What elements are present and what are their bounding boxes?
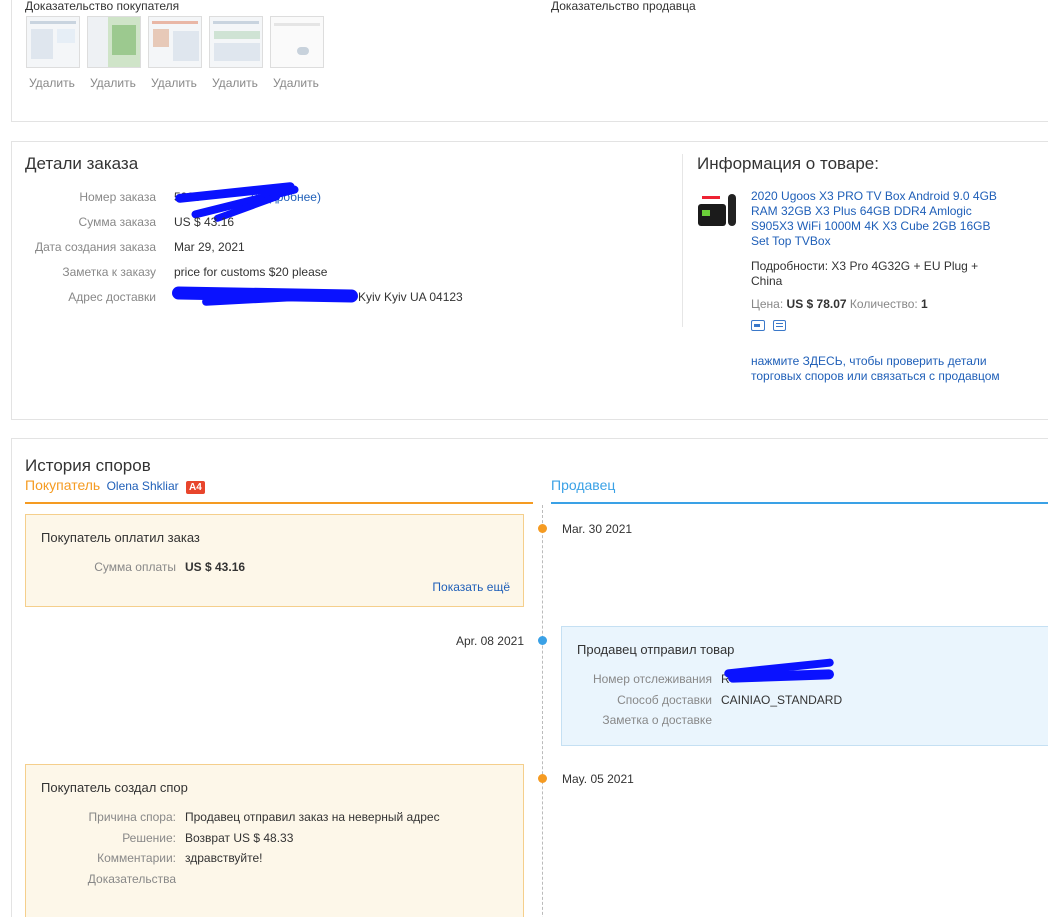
dispute-created-card: Покупатель создал спор Причина спора: Пр…: [25, 764, 524, 917]
delivery-icon[interactable]: [751, 320, 765, 331]
event-date: Mar. 30 2021: [562, 522, 633, 536]
buyer-tab-underline: [25, 502, 533, 504]
solution-value: Возврат US $ 48.33: [185, 831, 294, 845]
shipping-method-value: CAINIAO_STANDARD: [721, 693, 843, 707]
order-date-value: Mar 29, 2021: [174, 240, 245, 254]
price-quantity-row: Цена: US $ 78.07 Количество: 1: [751, 297, 928, 311]
evidence-thumbnail[interactable]: [270, 16, 324, 68]
vertical-divider: [682, 154, 683, 327]
address-value: Kyiv Kyiv UA 04123: [358, 290, 463, 304]
price-value: US $ 78.07: [786, 297, 847, 311]
comments-value: здравствуйте!: [185, 851, 263, 865]
quantity-label: Количество:: [849, 297, 918, 311]
seller-shipped-card: Продавец отправил товар Номер отслеживан…: [561, 626, 1048, 746]
order-details-panel: Детали заказа Номер заказа 5000 (Подробн…: [11, 141, 1048, 420]
seller-evidence-title: Доказательство продавца: [551, 0, 696, 13]
event-date: Apr. 08 2021: [455, 634, 524, 648]
product-image[interactable]: [698, 192, 740, 230]
buyer-paid-card: Покупатель оплатил заказ Сумма оплаты US…: [25, 514, 524, 607]
order-sum-label: Сумма заказа: [78, 215, 156, 229]
delete-evidence-link[interactable]: Удалить: [29, 76, 75, 90]
order-note-label: Заметка к заказу: [62, 265, 156, 279]
dispute-help-link[interactable]: нажмите ЗДЕСЬ, чтобы проверить детали то…: [751, 354, 1001, 384]
product-name-link[interactable]: 2020 Ugoos X3 PRO TV Box Android 9.0 4GB…: [751, 189, 999, 249]
buyer-level-badge: A4: [185, 481, 205, 494]
seller-tab-underline: [551, 502, 1048, 504]
payment-sum-label: Сумма оплаты: [94, 560, 176, 574]
event-title: Покупатель создал спор: [41, 780, 188, 795]
order-number-label: Номер заказа: [79, 190, 156, 204]
dispute-history-panel: История споров Покупатель Olena Shkliar …: [11, 438, 1048, 917]
evidence-thumbnail[interactable]: [148, 16, 202, 68]
buyer-tab-label: Покупатель: [25, 477, 101, 493]
buyer-evidence-title: Доказательство покупателя: [25, 0, 180, 13]
comments-label: Комментарии:: [97, 851, 176, 865]
payment-sum-value: US $ 43.16: [185, 560, 246, 574]
evidence-thumbnail[interactable]: [26, 16, 80, 68]
solution-label: Решение:: [122, 831, 176, 845]
timeline-dot-buyer: [538, 524, 547, 533]
dispute-reason-label: Причина спора:: [88, 810, 176, 824]
quantity-value: 1: [921, 297, 928, 311]
event-date: May. 05 2021: [562, 772, 634, 786]
evidence-thumbnail[interactable]: [87, 16, 141, 68]
order-note-value: price for customs $20 please: [174, 265, 328, 279]
delete-evidence-link[interactable]: Удалить: [273, 76, 319, 90]
evidence-panel: Доказательство покупателя Доказательство…: [11, 0, 1048, 122]
order-sum-value: US $ 43.16: [174, 215, 235, 229]
shipping-note-label: Заметка о доставке: [602, 713, 712, 727]
order-date-label: Дата создания заказа: [34, 240, 156, 254]
dispute-reason-value: Продавец отправил заказ на неверный адре…: [185, 810, 440, 824]
delete-evidence-link[interactable]: Удалить: [90, 76, 136, 90]
delete-evidence-link[interactable]: Удалить: [212, 76, 258, 90]
address-label: Адрес доставки: [68, 290, 156, 304]
seller-tab-label: Продавец: [551, 477, 616, 493]
event-title: Покупатель оплатил заказ: [41, 530, 200, 545]
timeline-dot-buyer: [538, 774, 547, 783]
event-title: Продавец отправил товар: [577, 642, 735, 657]
tracking-label: Номер отслеживания: [592, 672, 712, 686]
buyer-name-link[interactable]: Olena Shkliar: [107, 479, 179, 493]
message-icon[interactable]: [773, 320, 786, 331]
history-title: История споров: [25, 456, 151, 475]
product-details: Подробности: X3 Pro 4G32G + EU Plug + Ch…: [751, 259, 979, 288]
product-info-title: Информация о товаре:: [697, 154, 879, 173]
evidence-label: Доказательства: [87, 872, 176, 886]
evidence-thumbnail[interactable]: [209, 16, 263, 68]
delete-evidence-link[interactable]: Удалить: [151, 76, 197, 90]
show-more-link[interactable]: Показать ещё: [432, 580, 510, 594]
order-details-title: Детали заказа: [25, 154, 139, 173]
shipping-method-label: Способ доставки: [617, 693, 712, 707]
timeline-line: [542, 505, 543, 917]
price-label: Цена:: [751, 297, 784, 311]
timeline-dot-seller: [538, 636, 547, 645]
buyer-tab-header: Покупатель Olena Shkliar A4: [25, 477, 205, 494]
